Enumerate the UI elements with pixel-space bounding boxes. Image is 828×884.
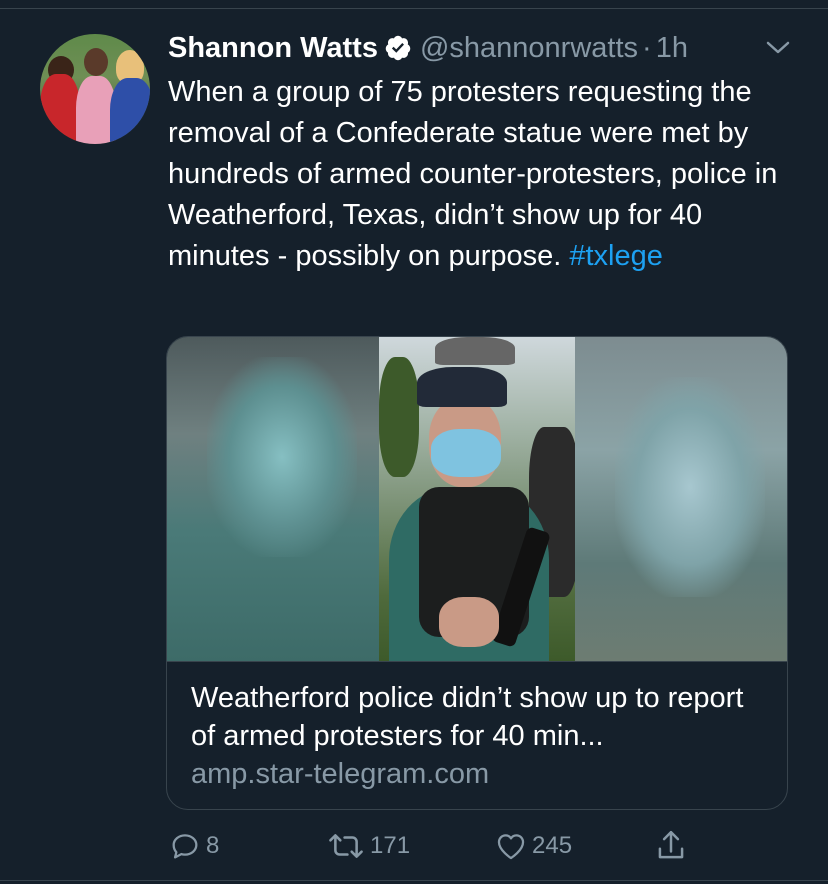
tweet-header: Shannon Watts @shannonrwatts · 1h <box>168 30 688 66</box>
top-divider <box>0 8 828 9</box>
card-domain: amp.star-telegram.com <box>191 758 490 790</box>
author-handle[interactable]: @shannonrwatts <box>420 32 638 65</box>
reply-count: 8 <box>206 832 220 859</box>
share-icon <box>658 830 684 859</box>
chevron-down-icon[interactable] <box>764 38 792 58</box>
separator-dot: · <box>642 31 652 64</box>
like-count: 245 <box>532 832 573 859</box>
bottom-divider <box>0 880 828 881</box>
action-bar: 8 171 245 <box>0 826 828 866</box>
avatar[interactable] <box>40 34 150 144</box>
retweet-count: 171 <box>370 832 411 859</box>
share-button[interactable] <box>654 826 688 866</box>
like-icon <box>497 834 525 860</box>
timestamp[interactable]: 1h <box>656 32 688 65</box>
link-card[interactable]: Weatherford police didn’t show up to rep… <box>166 336 788 810</box>
tweet-body: When a group of 75 protesters requesting… <box>168 76 778 272</box>
verified-badge-icon <box>385 35 411 61</box>
tweet-text: When a group of 75 protesters requesting… <box>168 72 798 277</box>
reply-icon <box>172 834 198 859</box>
hashtag-link[interactable]: #txlege <box>569 240 663 272</box>
retweet-button[interactable]: 171 <box>326 826 410 866</box>
retweet-icon <box>329 834 363 858</box>
card-divider <box>167 661 787 662</box>
card-title: Weatherford police didn’t show up to rep… <box>191 682 744 752</box>
card-image <box>167 337 787 661</box>
like-button[interactable]: 245 <box>494 826 572 866</box>
reply-button[interactable]: 8 <box>168 826 219 866</box>
author-name[interactable]: Shannon Watts <box>168 32 378 65</box>
